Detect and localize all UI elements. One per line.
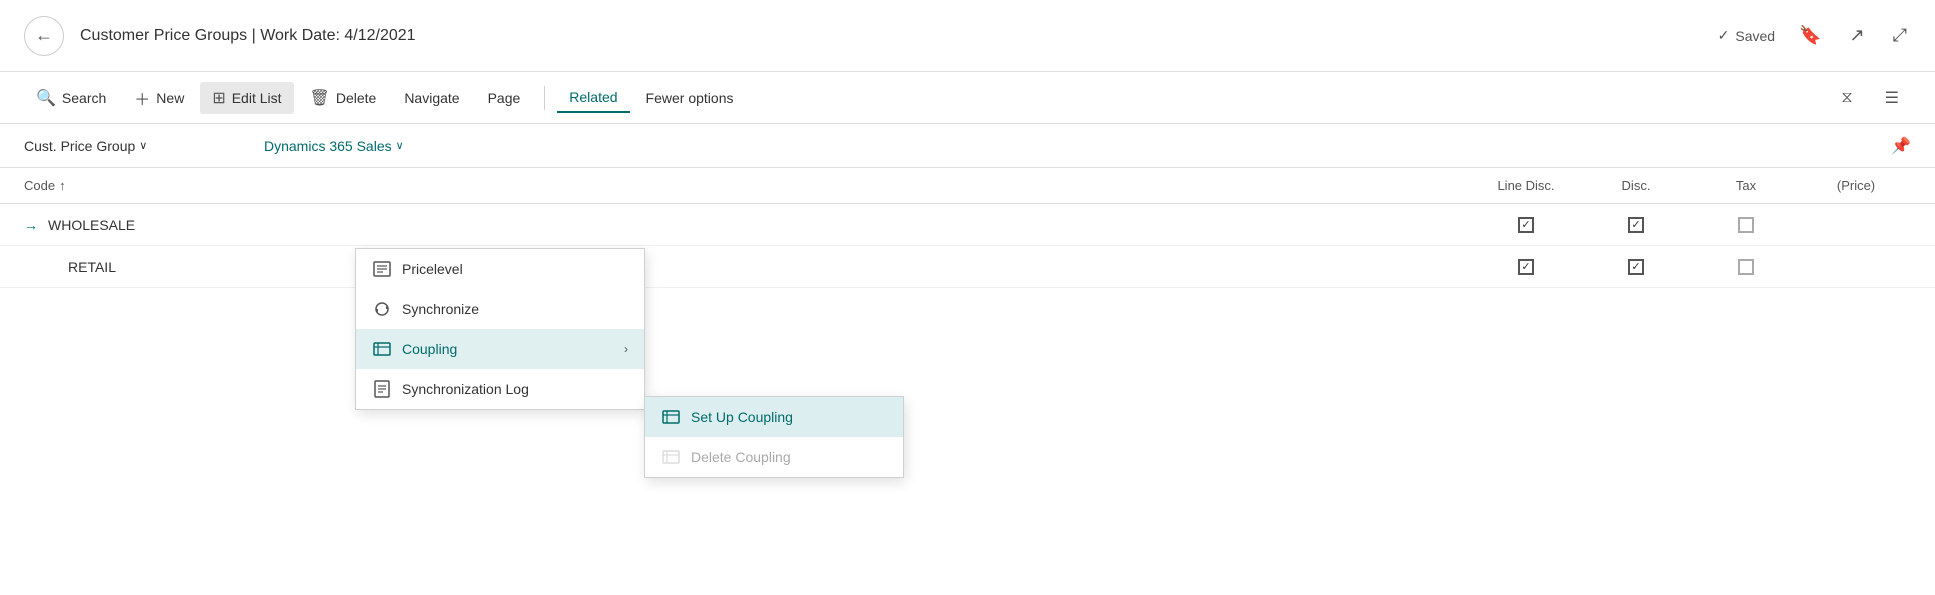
sort-indicator: ↑ bbox=[59, 178, 66, 193]
row-right: ✓ ✓ bbox=[1471, 217, 1911, 233]
dynamics-col-header[interactable]: Dynamics 365 Sales ∨ bbox=[264, 138, 544, 154]
disc-checkbox[interactable]: ✓ bbox=[1628, 259, 1644, 275]
share-button[interactable]: ↗ bbox=[1846, 21, 1869, 50]
code-col-header[interactable]: Code ↑ bbox=[24, 178, 264, 193]
pin-icon[interactable]: 📌 bbox=[1891, 136, 1911, 156]
menu-item-synchronize[interactable]: Synchronize bbox=[356, 289, 644, 329]
disc-cell[interactable]: ✓ bbox=[1581, 217, 1691, 233]
synchronize-label: Synchronize bbox=[402, 301, 628, 317]
filter-button[interactable]: ⧖ bbox=[1829, 83, 1864, 113]
row-code: WHOLESALE bbox=[48, 217, 264, 233]
filter-icon: ⧖ bbox=[1841, 89, 1852, 107]
saved-indicator: ✓ Saved bbox=[1718, 27, 1775, 44]
edit-list-icon: ⊞ bbox=[212, 88, 225, 108]
navigate-button[interactable]: Navigate bbox=[392, 84, 471, 112]
fewer-options-button[interactable]: Fewer options bbox=[634, 84, 746, 112]
cust-price-group-label: Cust. Price Group bbox=[24, 138, 135, 154]
header-actions: ✓ Saved 🔖 ↗ ⤢ bbox=[1718, 21, 1911, 50]
tax-cell[interactable] bbox=[1691, 259, 1801, 275]
line-disc-checkbox[interactable]: ✓ bbox=[1518, 259, 1534, 275]
table-area: → WHOLESALE ✓ ✓ RETAIL ✓ ✓ bbox=[0, 204, 1935, 288]
bookmark-button[interactable]: 🔖 bbox=[1795, 21, 1825, 50]
cust-price-group-col-header[interactable]: Cust. Price Group ∨ bbox=[24, 138, 264, 154]
expand-button[interactable]: ⤢ bbox=[1889, 21, 1911, 50]
col-headers-right: Line Disc. Disc. Tax (Price) bbox=[1471, 178, 1911, 193]
delete-coupling-icon bbox=[661, 447, 681, 467]
secondary-dropdown-menu: Set Up Coupling Delete Coupling bbox=[644, 396, 904, 478]
primary-dropdown-menu: Pricelevel Synchronize bbox=[355, 248, 645, 410]
tax-col-header[interactable]: Tax bbox=[1691, 178, 1801, 193]
menu-item-coupling[interactable]: Coupling › bbox=[356, 329, 644, 369]
edit-list-button[interactable]: ⊞ Edit List bbox=[200, 82, 293, 114]
page-header: ← Customer Price Groups | Work Date: 4/1… bbox=[0, 0, 1935, 72]
search-label: Search bbox=[62, 90, 106, 106]
disc-cell[interactable]: ✓ bbox=[1581, 259, 1691, 275]
row-arrow-icon: → bbox=[24, 217, 44, 233]
line-disc-checkbox[interactable]: ✓ bbox=[1518, 217, 1534, 233]
related-label: Related bbox=[569, 89, 617, 105]
page-label: Page bbox=[488, 90, 521, 106]
line-disc-cell[interactable]: ✓ bbox=[1471, 217, 1581, 233]
menu-item-pricelevel[interactable]: Pricelevel bbox=[356, 249, 644, 289]
table-row[interactable]: RETAIL ✓ ✓ bbox=[0, 246, 1935, 288]
line-disc-label: Line Disc. bbox=[1497, 178, 1554, 193]
row-code: RETAIL bbox=[48, 259, 264, 275]
sync-icon bbox=[372, 299, 392, 319]
coupling-submenu-arrow: › bbox=[624, 342, 628, 356]
plus-icon: ＋ bbox=[134, 86, 150, 110]
table-column-headers: Code ↑ Line Disc. Disc. Tax (Price) bbox=[0, 168, 1935, 204]
column-chooser-button[interactable]: ☰ bbox=[1873, 82, 1911, 114]
search-button[interactable]: 🔍 Search bbox=[24, 82, 118, 114]
set-up-coupling-icon bbox=[661, 407, 681, 427]
toolbar-divider bbox=[544, 86, 545, 110]
menu-item-set-up-coupling[interactable]: Set Up Coupling bbox=[645, 397, 903, 437]
tax-checkbox[interactable] bbox=[1738, 217, 1754, 233]
pricelevel-label: Pricelevel bbox=[402, 261, 628, 277]
coupling-icon bbox=[372, 339, 392, 359]
saved-label: Saved bbox=[1735, 28, 1775, 44]
sync-log-label: Synchronization Log bbox=[402, 381, 628, 397]
delete-label: Delete bbox=[336, 90, 376, 106]
navigate-label: Navigate bbox=[404, 90, 459, 106]
dynamics-dropdown-icon: ∨ bbox=[396, 139, 404, 152]
related-button[interactable]: Related bbox=[557, 83, 629, 113]
sync-log-icon bbox=[372, 379, 392, 399]
disc-checkbox[interactable]: ✓ bbox=[1628, 217, 1644, 233]
group-col-dropdown-icon: ∨ bbox=[139, 139, 147, 152]
column-chooser-icon: ☰ bbox=[1885, 88, 1899, 108]
tax-label: Tax bbox=[1736, 178, 1756, 193]
dynamics-label: Dynamics 365 Sales bbox=[264, 138, 392, 154]
delete-coupling-label: Delete Coupling bbox=[691, 449, 887, 465]
price-label: (Price) bbox=[1837, 178, 1875, 193]
new-label: New bbox=[156, 90, 184, 106]
line-disc-cell[interactable]: ✓ bbox=[1471, 259, 1581, 275]
set-up-coupling-label: Set Up Coupling bbox=[691, 409, 887, 425]
fewer-options-label: Fewer options bbox=[646, 90, 734, 106]
edit-list-label: Edit List bbox=[232, 90, 282, 106]
delete-button[interactable]: 🗑 Delete bbox=[298, 82, 389, 114]
page-button[interactable]: Page bbox=[476, 84, 533, 112]
new-button[interactable]: ＋ New bbox=[122, 80, 196, 116]
menu-item-delete-coupling[interactable]: Delete Coupling bbox=[645, 437, 903, 477]
code-col-label: Code bbox=[24, 178, 55, 193]
search-icon: 🔍 bbox=[36, 88, 56, 108]
menu-item-sync-log[interactable]: Synchronization Log bbox=[356, 369, 644, 409]
disc-label: Disc. bbox=[1622, 178, 1651, 193]
trash-icon: 🗑 bbox=[310, 88, 330, 108]
column-group-headers: Cust. Price Group ∨ Dynamics 365 Sales ∨… bbox=[0, 124, 1935, 168]
tax-cell[interactable] bbox=[1691, 217, 1801, 233]
tax-checkbox[interactable] bbox=[1738, 259, 1754, 275]
toolbar-right: ⧖ ☰ bbox=[1829, 82, 1911, 114]
toolbar: 🔍 Search ＋ New ⊞ Edit List 🗑 Delete Navi… bbox=[0, 72, 1935, 124]
table-row[interactable]: → WHOLESALE ✓ ✓ bbox=[0, 204, 1935, 246]
page-title: Customer Price Groups | Work Date: 4/12/… bbox=[80, 27, 1718, 45]
coupling-label: Coupling bbox=[402, 341, 614, 357]
back-button[interactable]: ← bbox=[24, 16, 64, 56]
line-disc-col-header[interactable]: Line Disc. bbox=[1471, 178, 1581, 193]
pricelevel-icon bbox=[372, 259, 392, 279]
row-right: ✓ ✓ bbox=[1471, 259, 1911, 275]
price-col-header[interactable]: (Price) bbox=[1801, 178, 1911, 193]
disc-col-header[interactable]: Disc. bbox=[1581, 178, 1691, 193]
saved-check-icon: ✓ bbox=[1718, 27, 1730, 44]
